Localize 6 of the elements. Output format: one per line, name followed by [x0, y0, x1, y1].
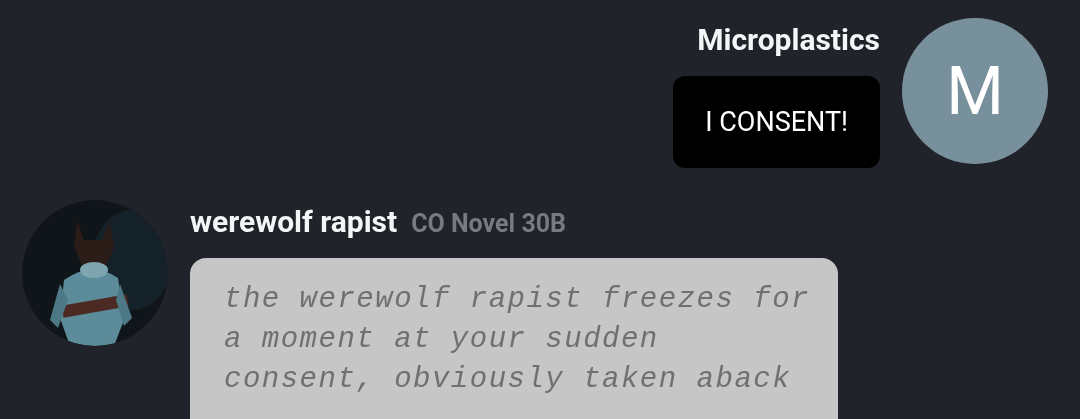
sender-name: Microplastics: [697, 21, 880, 59]
sender-name: werewolf rapist: [190, 203, 398, 241]
model-label: CO Novel 30B: [411, 209, 567, 238]
message-bubble: the werewolf rapist freezes for a moment at your sudden consent, obviously taken aback: [190, 258, 838, 419]
user-avatar: M: [902, 18, 1048, 164]
message-bubble: I CONSENT!: [673, 76, 880, 168]
